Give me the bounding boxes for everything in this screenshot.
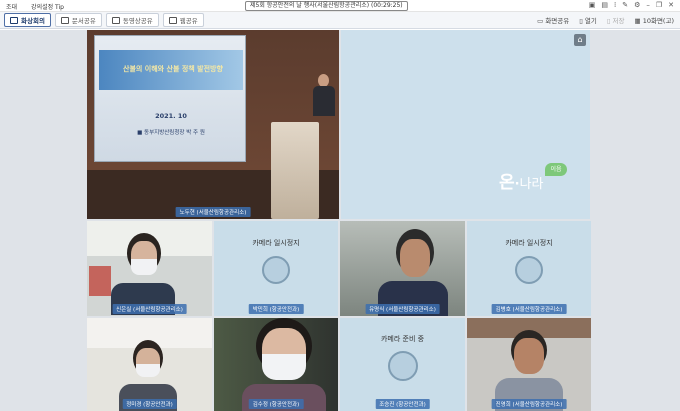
logo-on: 온 xyxy=(499,173,515,193)
participant-name: 노두현 (서울산림항공관리소) xyxy=(175,207,251,217)
layout-button[interactable]: ▦ 10화면(고) xyxy=(634,15,674,25)
tab-video-share[interactable]: 동영상공유 xyxy=(105,13,159,27)
presenter-video-tile[interactable]: 산불의 이해와 산불 정책 발전방향 2021. 10 ■ 동부지방산림청장 박… xyxy=(87,30,339,219)
camera-preparing-label: 카메라 준비 중 xyxy=(380,335,425,343)
tab-label: 동영상공유 xyxy=(122,17,153,25)
save-button[interactable]: ▯ 저장 xyxy=(607,15,625,25)
participant-video-tile[interactable]: 신은실 (서울산림항공관리소) xyxy=(87,221,212,316)
empty-video-tile: ⌂ 온·나라 이음 xyxy=(341,30,590,219)
participant-video-tile[interactable]: 김수정 (항공안전과) xyxy=(214,318,338,411)
participant-name: 진영희 (서울산림항공관리소) xyxy=(491,399,567,409)
fullscreen-icon[interactable]: ⌂ xyxy=(574,34,586,46)
top-menu: 조대 강의설정 Tip xyxy=(6,2,64,11)
ieum-badge: 이음 xyxy=(545,163,567,176)
participant-name: 유명식 (서울산림항공관리소) xyxy=(365,304,440,314)
slide-title: 산불의 이해와 산불 정책 발전방향 xyxy=(123,65,223,73)
tab-bar: 화상회의 문서공유 동영상공유 웹공유 xyxy=(4,13,204,27)
video-grid: 산불의 이해와 산불 정책 발전방향 2021. 10 ■ 동부지방산림청장 박… xyxy=(0,30,680,411)
globe-icon xyxy=(168,16,177,24)
minimize-icon[interactable]: – xyxy=(646,1,650,9)
background-object xyxy=(89,266,111,296)
paused-person-icon xyxy=(262,256,290,284)
participant-name: 김수정 (항공안전과) xyxy=(248,399,304,409)
participant-video-tile[interactable]: 진영희 (서울산림항공관리소) xyxy=(467,318,591,411)
tab-label: 문서공유 xyxy=(71,17,96,25)
participant-figure xyxy=(111,233,175,315)
participant-name: 정미경 (항공안전과) xyxy=(122,399,177,409)
window-title: 제5회 항공안전의 날 행사(서울산림항공관리소) (00:29:25) xyxy=(245,1,408,11)
toolbar: 화상회의 문서공유 동영상공유 웹공유 ▭ 화면공유 ▯ 열기 ▯ 저장 ▦ 1… xyxy=(0,12,680,29)
participant-paused-tile[interactable]: 카메라 일시정지 박민희 (항공안전과) xyxy=(214,221,338,316)
tab-document-share[interactable]: 문서공유 xyxy=(54,13,102,27)
participant-paused-tile[interactable]: 카메라 일시정지 김병호 (서울산림항공관리소) xyxy=(467,221,591,316)
podium xyxy=(271,122,319,219)
screen-share-label: 화면공유 xyxy=(545,17,570,25)
slide-presenter: ■ 동부지방산림청장 박 주 원 xyxy=(137,130,205,136)
tab-label: 웹공유 xyxy=(179,17,198,25)
presenter-figure xyxy=(313,74,335,116)
onnara-logo: 온·나라 xyxy=(499,168,544,193)
save-label: 저장 xyxy=(612,17,625,25)
gear-icon[interactable]: ⚙ xyxy=(634,1,640,9)
title-bar: 조대 강의설정 Tip 제5회 항공안전의 날 행사(서울산림항공관리소) (0… xyxy=(0,0,680,12)
layout-label: 10화면(고) xyxy=(642,17,674,25)
participant-name: 김병호 (서울산림항공관리소) xyxy=(491,304,567,314)
right-tools: ▭ 화면공유 ▯ 열기 ▯ 저장 ▦ 10화면(고) xyxy=(537,15,674,25)
camera-paused-label: 카메라 일시정지 xyxy=(252,239,300,247)
camera-off-icon xyxy=(387,351,418,381)
tab-label: 화상회의 xyxy=(21,17,45,25)
participant-figure xyxy=(242,318,326,411)
participant-name: 신은실 (서울산림항공관리소) xyxy=(112,304,187,314)
participant-video-tile[interactable]: 정미경 (항공안전과) xyxy=(87,318,212,411)
window-controls: ▣ ▤ ⁞ ✎ ⚙ – ❐ ✕ xyxy=(589,1,674,9)
logo-nara: 나라 xyxy=(519,177,544,192)
chat-icon[interactable]: ▤ xyxy=(601,1,608,9)
slide-date: 2021. 10 xyxy=(155,112,187,120)
camera-paused-label: 카메라 일시정지 xyxy=(505,239,553,247)
participant-name: 박민희 (항공안전과) xyxy=(248,304,304,314)
play-icon xyxy=(111,16,120,24)
participant-name: 조승진 (항공안전과) xyxy=(375,399,430,409)
document-icon xyxy=(60,16,69,24)
camera-icon xyxy=(10,16,18,24)
close-icon[interactable]: ✕ xyxy=(668,1,674,9)
screen-share-button[interactable]: ▭ 화면공유 xyxy=(537,15,569,25)
tab-video-conference[interactable]: 화상회의 xyxy=(4,13,51,27)
participant-figure xyxy=(378,229,448,316)
lecture-tip-menu[interactable]: 강의설정 Tip xyxy=(31,2,64,11)
restore-icon[interactable]: ❐ xyxy=(656,1,662,9)
tab-web-share[interactable]: 웹공유 xyxy=(162,13,204,27)
open-label: 열기 xyxy=(584,17,597,25)
participant-preparing-tile[interactable]: 카메라 준비 중 조승진 (항공안전과) xyxy=(340,318,465,411)
user-icon[interactable]: ▣ xyxy=(589,1,596,9)
tools-icon[interactable]: ✎ xyxy=(622,1,628,9)
paused-person-icon xyxy=(515,256,543,284)
presentation-slide: 산불의 이해와 산불 정책 발전방향 2021. 10 ■ 동부지방산림청장 박… xyxy=(94,35,246,162)
participant-video-tile[interactable]: 유명식 (서울산림항공관리소) xyxy=(340,221,465,316)
grid-icon[interactable]: ⁞ xyxy=(614,1,616,9)
exit-menu[interactable]: 조대 xyxy=(6,2,17,11)
open-button[interactable]: ▯ 열기 xyxy=(579,15,597,25)
